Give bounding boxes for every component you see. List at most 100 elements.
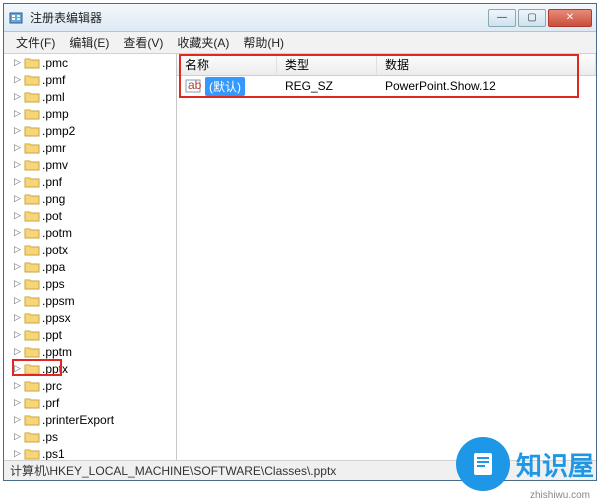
content-area: ▷.pmc▷.pmf▷.pml▷.pmp▷.pmp2▷.pmr▷.pmv▷.pn… bbox=[4, 54, 596, 460]
titlebar[interactable]: 注册表编辑器 — ▢ ✕ bbox=[4, 4, 596, 32]
window-buttons: — ▢ ✕ bbox=[488, 9, 592, 27]
minimize-button[interactable]: — bbox=[488, 9, 516, 27]
tree-item[interactable]: ▷.ps1 bbox=[4, 445, 176, 460]
col-type[interactable]: 类型 bbox=[277, 54, 377, 75]
folder-icon bbox=[24, 328, 40, 342]
folder-icon bbox=[24, 277, 40, 291]
close-button[interactable]: ✕ bbox=[548, 9, 592, 27]
expand-icon[interactable]: ▷ bbox=[14, 380, 24, 391]
folder-icon bbox=[24, 226, 40, 240]
folder-icon bbox=[24, 362, 40, 376]
expand-icon[interactable]: ▷ bbox=[14, 142, 24, 153]
expand-icon[interactable]: ▷ bbox=[14, 261, 24, 272]
expand-icon[interactable]: ▷ bbox=[14, 227, 24, 238]
menu-favorites[interactable]: 收藏夹(A) bbox=[171, 32, 235, 53]
menu-help[interactable]: 帮助(H) bbox=[237, 32, 290, 53]
tree-item-label: .prc bbox=[42, 379, 62, 393]
expand-icon[interactable]: ▷ bbox=[14, 329, 24, 340]
tree-item-label: .pmp bbox=[42, 107, 69, 121]
tree-item[interactable]: ▷ .pml bbox=[4, 88, 176, 105]
tree-item-label: .pml bbox=[42, 90, 65, 104]
folder-icon bbox=[24, 294, 40, 308]
folder-icon bbox=[24, 158, 40, 172]
tree-item[interactable]: ▷ .pmc bbox=[4, 54, 176, 71]
folder-icon bbox=[24, 175, 40, 189]
folder-icon bbox=[24, 107, 40, 121]
svg-text:ab: ab bbox=[188, 78, 201, 92]
expand-icon[interactable]: ▷ bbox=[14, 295, 24, 306]
tree-item-label: .pmc bbox=[42, 56, 68, 70]
expand-icon[interactable]: ▷ bbox=[14, 346, 24, 357]
registry-editor-window: 注册表编辑器 — ▢ ✕ 文件(F) 编辑(E) 查看(V) 收藏夹(A) 帮助… bbox=[3, 3, 597, 481]
value-name-cell: ab(默认) bbox=[177, 77, 277, 96]
value-data: PowerPoint.Show.12 bbox=[377, 79, 596, 93]
tree-item-label: .prf bbox=[42, 396, 59, 410]
tree-item[interactable]: ▷.pmp2 bbox=[4, 122, 176, 139]
expand-icon[interactable]: ▷ bbox=[14, 74, 24, 85]
tree-item[interactable]: ▷.pnf bbox=[4, 173, 176, 190]
folder-icon bbox=[24, 73, 40, 87]
menu-edit[interactable]: 编辑(E) bbox=[63, 32, 115, 53]
tree-item[interactable]: ▷.ppt bbox=[4, 326, 176, 343]
value-row[interactable]: ab(默认)REG_SZPowerPoint.Show.12 bbox=[177, 76, 596, 96]
app-icon bbox=[8, 10, 24, 26]
tree-item[interactable]: ▷ .png bbox=[4, 190, 176, 207]
expand-icon[interactable]: ▷ bbox=[14, 91, 24, 102]
expand-icon[interactable]: ▷ bbox=[14, 414, 24, 425]
folder-icon bbox=[24, 56, 40, 70]
folder-icon bbox=[24, 141, 40, 155]
expand-icon[interactable]: ▷ bbox=[14, 397, 24, 408]
tree-item-label: .printerExport bbox=[42, 413, 114, 427]
expand-icon[interactable]: ▷ bbox=[14, 193, 24, 204]
tree-item[interactable]: ▷.ps bbox=[4, 428, 176, 445]
menu-view[interactable]: 查看(V) bbox=[117, 32, 169, 53]
window-title: 注册表编辑器 bbox=[30, 9, 488, 26]
expand-icon[interactable]: ▷ bbox=[14, 108, 24, 119]
tree-item-label: .pps bbox=[42, 277, 65, 291]
maximize-button[interactable]: ▢ bbox=[518, 9, 546, 27]
expand-icon[interactable]: ▷ bbox=[14, 312, 24, 323]
expand-icon[interactable]: ▷ bbox=[14, 57, 24, 68]
tree-item[interactable]: ▷ .pps bbox=[4, 275, 176, 292]
tree-item[interactable]: ▷.pptx bbox=[4, 360, 176, 377]
expand-icon[interactable]: ▷ bbox=[14, 448, 24, 459]
tree-item[interactable]: ▷.pot bbox=[4, 207, 176, 224]
expand-icon[interactable]: ▷ bbox=[14, 125, 24, 136]
tree-item[interactable]: ▷.pmr bbox=[4, 139, 176, 156]
value-list[interactable]: ab(默认)REG_SZPowerPoint.Show.12 bbox=[177, 76, 596, 460]
tree-item[interactable]: ▷ .prc bbox=[4, 377, 176, 394]
col-data[interactable]: 数据 bbox=[377, 54, 596, 75]
menu-file[interactable]: 文件(F) bbox=[10, 32, 61, 53]
tree-item[interactable]: ▷.ppsx bbox=[4, 309, 176, 326]
tree-item[interactable]: ▷ .printerExport bbox=[4, 411, 176, 428]
folder-icon bbox=[24, 430, 40, 444]
expand-icon[interactable]: ▷ bbox=[14, 244, 24, 255]
tree-item[interactable]: ▷ .prf bbox=[4, 394, 176, 411]
expand-icon[interactable]: ▷ bbox=[14, 363, 24, 374]
tree-item[interactable]: ▷.ppa bbox=[4, 258, 176, 275]
tree-item-label: .pmv bbox=[42, 158, 68, 172]
tree-item-label: .pptm bbox=[42, 345, 72, 359]
folder-icon bbox=[24, 447, 40, 461]
tree-item[interactable]: ▷.ppsm bbox=[4, 292, 176, 309]
tree-item[interactable]: ▷ .pptm bbox=[4, 343, 176, 360]
tree-item-label: .png bbox=[42, 192, 65, 206]
tree-item[interactable]: ▷.pmf bbox=[4, 71, 176, 88]
tree-item[interactable]: ▷ .pmv bbox=[4, 156, 176, 173]
folder-icon bbox=[24, 379, 40, 393]
expand-icon[interactable]: ▷ bbox=[14, 431, 24, 442]
tree-item[interactable]: ▷.potm bbox=[4, 224, 176, 241]
status-path: 计算机\HKEY_LOCAL_MACHINE\SOFTWARE\Classes\… bbox=[10, 462, 336, 479]
column-headers: 名称 类型 数据 bbox=[177, 54, 596, 76]
expand-icon[interactable]: ▷ bbox=[14, 210, 24, 221]
folder-icon bbox=[24, 396, 40, 410]
col-name[interactable]: 名称 bbox=[177, 54, 277, 75]
expand-icon[interactable]: ▷ bbox=[14, 159, 24, 170]
folder-icon bbox=[24, 260, 40, 274]
expand-icon[interactable]: ▷ bbox=[14, 278, 24, 289]
menubar: 文件(F) 编辑(E) 查看(V) 收藏夹(A) 帮助(H) bbox=[4, 32, 596, 54]
registry-tree[interactable]: ▷.pmc▷.pmf▷.pml▷.pmp▷.pmp2▷.pmr▷.pmv▷.pn… bbox=[4, 54, 177, 460]
tree-item[interactable]: ▷ .pmp bbox=[4, 105, 176, 122]
expand-icon[interactable]: ▷ bbox=[14, 176, 24, 187]
tree-item[interactable]: ▷.potx bbox=[4, 241, 176, 258]
